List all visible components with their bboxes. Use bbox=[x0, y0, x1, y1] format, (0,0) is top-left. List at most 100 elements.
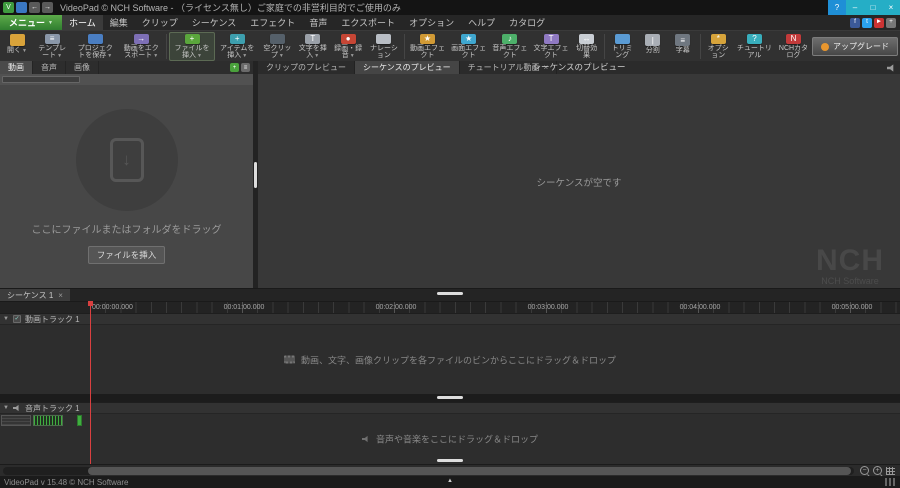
media-tab[interactable]: 画像 bbox=[66, 61, 99, 74]
blank-clip-button[interactable]: 空クリップ▼ bbox=[260, 32, 295, 61]
track-visibility-icon[interactable]: ✓ bbox=[12, 315, 21, 323]
audio-resize-handle[interactable] bbox=[437, 459, 463, 462]
video-track-header[interactable]: ▼ ✓ 動画トラック 1 bbox=[0, 313, 900, 324]
tutorial-button[interactable]: ? チュートリアル bbox=[734, 32, 775, 61]
save-icon[interactable] bbox=[16, 2, 27, 13]
close-tab-icon[interactable]: × bbox=[58, 291, 63, 300]
track-divider-handle[interactable] bbox=[437, 396, 463, 399]
ruler-tick-label: 00:00:00.000 bbox=[92, 304, 133, 311]
trim-button[interactable]: トリミング bbox=[607, 32, 638, 61]
horizontal-scrollbar[interactable] bbox=[3, 466, 854, 475]
narration-button[interactable]: ナレーション bbox=[366, 32, 402, 61]
watermark-logo: NCH bbox=[816, 244, 884, 277]
video-track-hint-text: 動画、文字、画像クリップを各ファイルのビンからここにドラッグ＆ドロップ bbox=[300, 355, 617, 365]
close-tab-icon[interactable]: × bbox=[544, 63, 549, 72]
button-label: 字幕 bbox=[675, 47, 690, 54]
insert-file-icon: + bbox=[184, 34, 200, 44]
audio-clip-thumbnail[interactable] bbox=[77, 415, 82, 426]
videopad-logo[interactable]: V bbox=[3, 2, 14, 13]
facebook-icon[interactable]: f bbox=[850, 17, 860, 28]
menu-tab[interactable]: 音声 bbox=[302, 15, 334, 30]
media-tab[interactable]: 動画 bbox=[0, 61, 33, 74]
menu-tab[interactable]: クリップ bbox=[135, 15, 185, 30]
scrollbar-thumb[interactable] bbox=[88, 466, 851, 475]
redo-icon[interactable]: → bbox=[42, 2, 53, 13]
template-button[interactable]: ≡ テンプレート▼ bbox=[32, 32, 72, 61]
video-effects-button[interactable]: ★ 動画エフェクト bbox=[407, 32, 448, 61]
subtitles-button[interactable]: ≡ 字幕 bbox=[668, 32, 698, 61]
zoom-controls: − + bbox=[857, 466, 898, 475]
split-button[interactable]: | 分割 bbox=[638, 32, 668, 61]
menu-tab[interactable]: エフェクト bbox=[243, 15, 302, 30]
search-input[interactable] bbox=[2, 76, 80, 83]
fit-timeline-icon[interactable] bbox=[886, 466, 895, 475]
panel-divider-handle[interactable] bbox=[254, 161, 257, 188]
dropdown-arrow-icon: ▼ bbox=[314, 53, 320, 60]
audio-track-area[interactable]: 音声や音楽をここにドラッグ＆ドロップ bbox=[0, 413, 900, 464]
transitions-button[interactable]: ↔ 切替効果 bbox=[572, 32, 602, 61]
audio-track-header[interactable]: ▼ 音声トラック 1 bbox=[0, 402, 900, 413]
tutorial-icon: ? bbox=[746, 34, 762, 44]
add-media-icon[interactable]: + bbox=[230, 63, 239, 72]
preview-tab[interactable]: シーケンスのプレビュー bbox=[355, 61, 460, 74]
ribbon-separator bbox=[603, 34, 605, 59]
menu-tab[interactable]: ヘルプ bbox=[461, 15, 502, 30]
preview-tab[interactable]: クリップのプレビュー bbox=[258, 61, 355, 74]
collapse-handle[interactable]: ▲ bbox=[447, 478, 453, 484]
help-button[interactable]: ? bbox=[828, 0, 846, 15]
playhead[interactable] bbox=[88, 301, 93, 464]
options-button[interactable]: * オプション bbox=[703, 32, 734, 61]
zoom-out-icon[interactable]: − bbox=[860, 466, 869, 475]
menu-tab[interactable]: オプション bbox=[402, 15, 461, 30]
twitter-icon[interactable]: t bbox=[862, 17, 872, 28]
minimize-button[interactable]: – bbox=[846, 0, 864, 15]
record-icon: ● bbox=[340, 34, 356, 44]
collapse-track-icon[interactable]: ▼ bbox=[3, 316, 9, 322]
nch-catalog-button[interactable]: N NCHカタログ bbox=[775, 32, 812, 61]
track-divider[interactable] bbox=[0, 394, 900, 402]
collapse-track-icon[interactable]: ▼ bbox=[3, 405, 9, 411]
maximize-button[interactable]: □ bbox=[864, 0, 882, 15]
upgrade-button[interactable]: アップグレード bbox=[812, 37, 898, 56]
menu-button[interactable]: メニュー ▼ bbox=[0, 15, 62, 30]
menu-tab[interactable]: シーケンス bbox=[185, 15, 244, 30]
screen-effects-button[interactable]: ★ 画面エフェクト bbox=[448, 32, 489, 61]
text-effects-button[interactable]: T 文字エフェクト bbox=[530, 32, 571, 61]
undo-icon[interactable]: ← bbox=[29, 2, 40, 13]
youtube-icon[interactable]: ► bbox=[874, 17, 884, 28]
zoom-in-icon[interactable]: + bbox=[873, 466, 882, 475]
titlebar: V ← → VideoPad © NCH Software - （ライセンス無し）ご… bbox=[0, 0, 900, 15]
share-icon[interactable]: + bbox=[886, 17, 896, 28]
preview-tab[interactable]: チュートリアル動画 × bbox=[460, 61, 558, 74]
menu-tab[interactable]: ホーム bbox=[61, 15, 103, 30]
menu-tab[interactable]: 編集 bbox=[103, 15, 135, 30]
audio-clip-thumbnail[interactable] bbox=[33, 415, 63, 426]
file-drop-zone[interactable]: ↓ ここにファイルまたはフォルダをドラッグ ファイルを挿入 bbox=[0, 85, 253, 288]
speaker-icon[interactable] bbox=[887, 64, 894, 72]
audio-clip-thumbnail[interactable] bbox=[1, 415, 31, 426]
insert-file-button[interactable]: + ファイルを挿入▼ bbox=[169, 32, 215, 61]
save-project-button[interactable]: プロジェクトを保存▼ bbox=[72, 32, 118, 61]
menu-tab[interactable]: カタログ bbox=[502, 15, 552, 30]
menu-tab[interactable]: エクスポート bbox=[334, 15, 402, 30]
video-track-area[interactable]: 動画、文字、画像クリップを各ファイルのビンからここにドラッグ＆ドロップ bbox=[0, 324, 900, 394]
close-button[interactable]: × bbox=[882, 0, 900, 15]
record-button[interactable]: ● 録画・録音▼ bbox=[330, 32, 365, 61]
ribbon-separator bbox=[699, 34, 701, 59]
ruler-tick-marks bbox=[90, 302, 900, 313]
sequence-tab[interactable]: シーケンス 1 × bbox=[0, 289, 70, 301]
open-button[interactable]: 開く▼ bbox=[2, 32, 32, 61]
resize-grip-icon[interactable] bbox=[885, 478, 897, 486]
timeline-resize-handle[interactable] bbox=[437, 292, 463, 295]
insert-file-button[interactable]: ファイルを挿入 bbox=[87, 246, 166, 264]
export-video-button[interactable]: → 動画をエクスポート▼ bbox=[118, 32, 164, 61]
nch-watermark: NCH NCH Software bbox=[816, 244, 884, 287]
timeline-ruler[interactable]: 00:00:00.000 00:01:00.000 00:02:00.000 00:0… bbox=[0, 301, 900, 313]
audio-effects-button[interactable]: ♪ 音声エフェクト bbox=[489, 32, 530, 61]
media-tab[interactable]: 音声 bbox=[33, 61, 66, 74]
dropdown-arrow-icon: ▼ bbox=[278, 53, 284, 60]
insert-text-button[interactable]: T 文字を挿入▼ bbox=[295, 32, 330, 61]
insert-item-button[interactable]: + アイテムを挿入▼ bbox=[215, 32, 260, 61]
button-label: テンプレート▼ bbox=[38, 44, 67, 60]
view-mode-icon[interactable]: ≡ bbox=[241, 63, 250, 72]
